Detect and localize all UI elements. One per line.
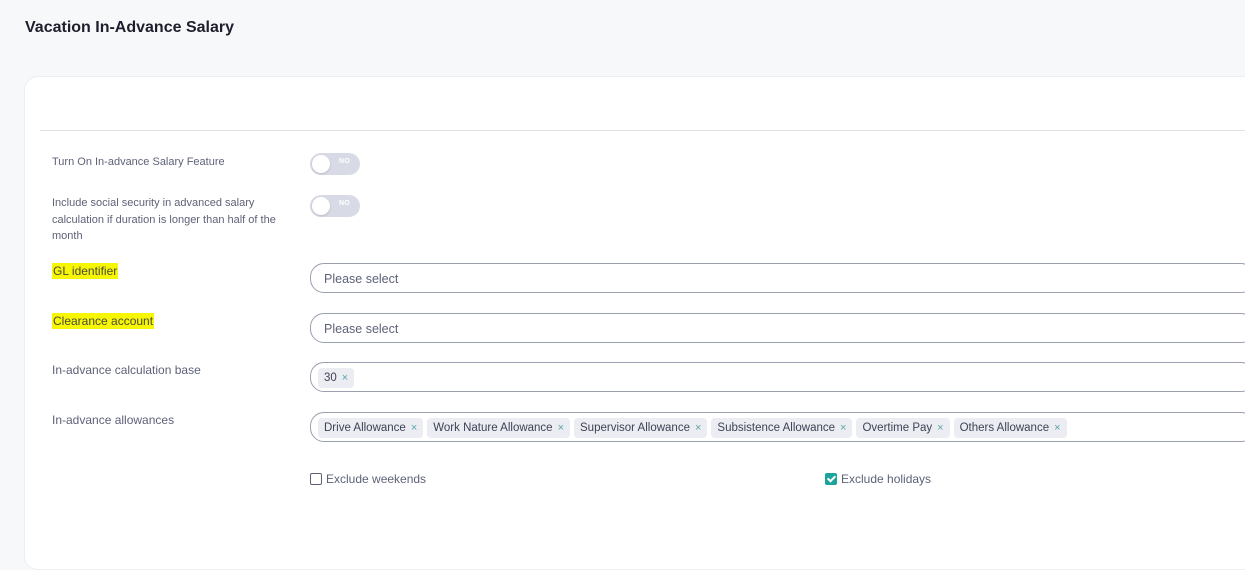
inadvance-feature-toggle[interactable]: NO — [310, 153, 360, 175]
exclude-holidays-option[interactable]: Exclude holidays — [825, 472, 931, 486]
gl-identifier-label: GL identifier — [52, 263, 277, 280]
clearance-account-label: Clearance account — [52, 313, 277, 330]
exclude-weekends-option[interactable]: Exclude weekends — [310, 472, 426, 486]
tag-label: Subsistence Allowance — [717, 422, 836, 434]
gl-identifier-placeholder: Please select — [324, 272, 399, 286]
allowances-label: In-advance allowances — [52, 413, 175, 427]
allowance-tag: Supervisor Allowance × — [574, 418, 708, 438]
remove-tag-icon[interactable]: × — [1054, 422, 1060, 434]
remove-tag-icon[interactable]: × — [558, 422, 564, 434]
calc-base-label: In-advance calculation base — [52, 363, 201, 377]
social-security-toggle[interactable]: NO — [310, 195, 360, 217]
tag-label: Supervisor Allowance — [580, 422, 690, 434]
remove-tag-icon[interactable]: × — [937, 422, 943, 434]
tag-label: Drive Allowance — [324, 422, 406, 434]
calc-base-tag: 30 × — [318, 368, 355, 388]
allowance-tag: Overtime Pay × — [856, 418, 950, 438]
exclude-holidays-label: Exclude holidays — [841, 472, 932, 486]
inadvance-feature-label: Turn On In-advance Salary Feature — [52, 156, 225, 168]
tag-label: Work Nature Allowance — [433, 422, 553, 434]
clearance-account-select[interactable]: Please select — [310, 313, 1245, 343]
exclude-holidays-checkbox[interactable] — [825, 473, 837, 485]
exclude-weekends-checkbox[interactable] — [310, 473, 322, 485]
exclude-weekends-label: Exclude weekends — [326, 472, 427, 486]
tag-label: Overtime Pay — [862, 422, 933, 434]
tag-label: Others Allowance — [959, 422, 1050, 434]
toggle-state-text: NO — [339, 158, 351, 165]
clearance-account-placeholder: Please select — [324, 322, 399, 336]
calc-base-multiselect[interactable]: 30 × — [310, 362, 1245, 392]
social-security-label: Include social security in advanced sala… — [52, 197, 276, 242]
remove-tag-icon[interactable]: × — [411, 422, 417, 434]
gl-identifier-label-text: GL identifier — [52, 263, 119, 279]
remove-tag-icon[interactable]: × — [342, 372, 348, 384]
allowance-tag: Work Nature Allowance × — [427, 418, 571, 438]
page-title: Vacation In-Advance Salary — [25, 19, 234, 36]
toggle-knob — [312, 197, 330, 215]
allowance-tag: Drive Allowance × — [318, 418, 424, 438]
toggle-knob — [312, 155, 330, 173]
allowance-tag: Others Allowance × — [953, 418, 1067, 438]
toggle-state-text: NO — [339, 200, 351, 207]
allowance-tag: Subsistence Allowance × — [711, 418, 853, 438]
card-divider — [40, 130, 1245, 131]
allowances-multiselect[interactable]: Drive Allowance × Work Nature Allowance … — [310, 412, 1245, 442]
remove-tag-icon[interactable]: × — [695, 422, 701, 434]
clearance-account-label-text: Clearance account — [52, 313, 155, 329]
gl-identifier-select[interactable]: Please select — [310, 263, 1245, 293]
remove-tag-icon[interactable]: × — [840, 422, 846, 434]
tag-label: 30 — [324, 372, 337, 384]
